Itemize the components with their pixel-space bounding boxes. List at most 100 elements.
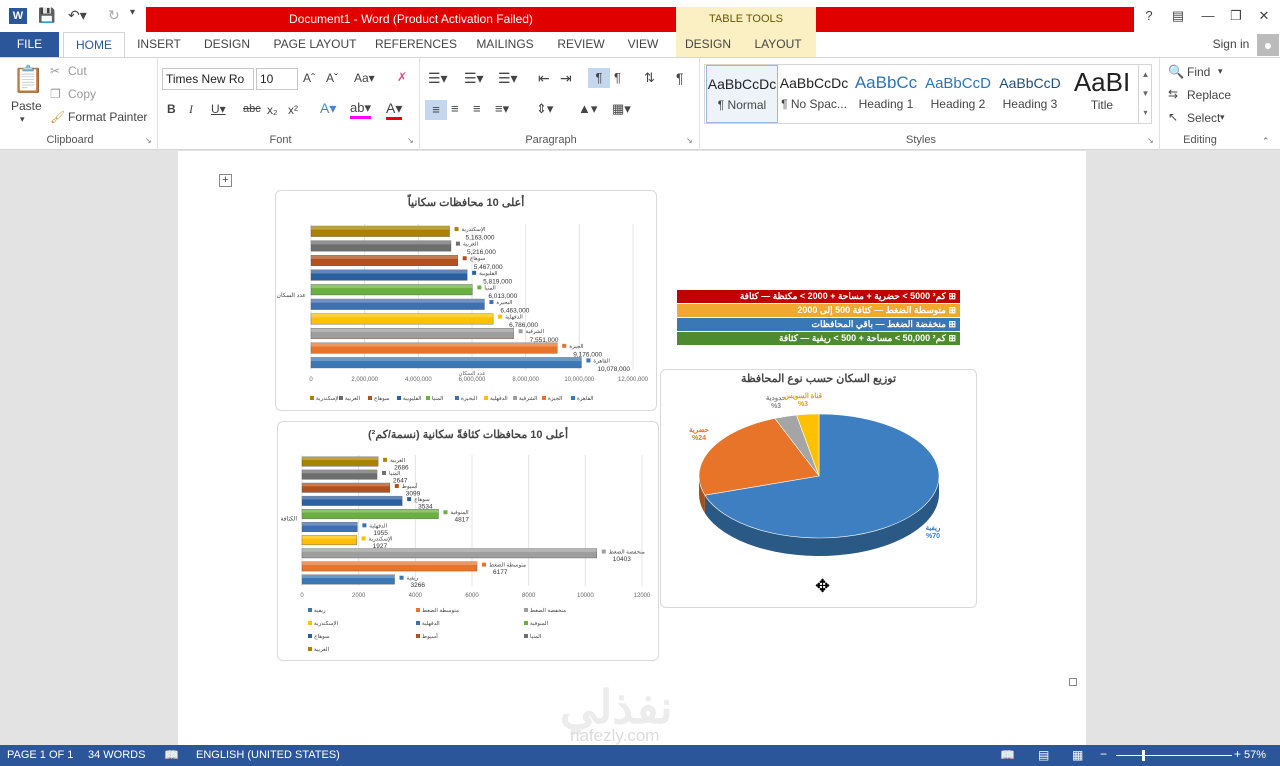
highlight-icon[interactable]: ab▾ (350, 100, 371, 119)
ribbon-display-options-icon[interactable]: ▤ (1168, 8, 1188, 24)
zoom-level[interactable]: 57% (1244, 749, 1266, 761)
clear-formatting-icon[interactable]: ✗ (397, 70, 407, 84)
cut-icon[interactable]: ✂ (50, 64, 60, 78)
tab-design[interactable]: DESIGN (196, 32, 258, 57)
align-right-icon[interactable]: ≡ (473, 101, 481, 116)
italic-icon[interactable]: I (189, 102, 193, 117)
paste-icon[interactable]: 📋 (12, 64, 44, 95)
tab-home[interactable]: HOME (63, 32, 125, 57)
style-heading-2[interactable]: AaBbCcD Heading 2 (922, 65, 994, 123)
word-count[interactable]: 34 WORDS (88, 749, 145, 761)
proofing-icon[interactable]: 📖 (164, 748, 179, 762)
tab-table-design[interactable]: DESIGN (676, 32, 740, 57)
paste-dropdown-icon[interactable]: ▾ (20, 114, 25, 125)
bold-icon[interactable]: B (167, 102, 176, 116)
style-heading-1[interactable]: AaBbCc Heading 1 (850, 65, 922, 123)
tab-view[interactable]: VIEW (618, 32, 668, 57)
ltr-direction-icon[interactable]: ¶ (588, 68, 610, 88)
tab-table-layout[interactable]: LAYOUT (740, 32, 816, 57)
select-icon[interactable]: ↖ (1168, 110, 1178, 124)
distribution-pie-chart[interactable]: توزيع السكان حسب نوع المحافظة ريفية %70 حض… (660, 369, 977, 608)
zoom-slider-thumb[interactable] (1142, 750, 1145, 761)
justify-icon[interactable]: ≡▾ (495, 101, 509, 117)
subscript-icon[interactable]: x₂ (267, 103, 278, 117)
restore-icon[interactable]: ❐ (1226, 8, 1246, 24)
align-left-icon[interactable]: ≡ (425, 100, 447, 120)
font-name-input[interactable]: Times New Ro (162, 68, 254, 90)
copy-button[interactable]: Copy (68, 87, 96, 101)
borders-icon[interactable]: ▦▾ (612, 101, 631, 117)
find-dropdown-icon[interactable]: ▾ (1218, 66, 1223, 77)
web-layout-icon[interactable]: ▦ (1072, 748, 1083, 762)
language-status[interactable]: ENGLISH (UNITED STATES) (196, 749, 340, 761)
tab-references[interactable]: REFERENCES (372, 32, 460, 57)
line-spacing-icon[interactable]: ⇕▾ (536, 101, 553, 117)
table-resize-handle-icon[interactable] (1069, 678, 1077, 686)
save-icon[interactable]: 💾 (38, 7, 55, 24)
style-heading-3[interactable]: AaBbCcD Heading 3 (994, 65, 1066, 123)
font-size-input[interactable]: 10 (256, 68, 298, 90)
tab-review[interactable]: REVIEW (552, 32, 610, 57)
collapse-ribbon-icon[interactable]: ⌃ (1262, 136, 1270, 147)
page-count[interactable]: PAGE 1 OF 1 (7, 749, 73, 761)
bullets-icon[interactable]: ☰▾ (428, 70, 448, 87)
strikethrough-icon[interactable]: abc (243, 103, 261, 115)
tab-insert[interactable]: INSERT (130, 32, 188, 57)
select-button[interactable]: Select (1187, 111, 1220, 125)
style-title[interactable]: AaBI Title (1066, 65, 1138, 123)
grow-font-icon[interactable]: Aˆ (303, 71, 315, 85)
zoom-in-icon[interactable]: + (1234, 747, 1241, 761)
font-launcher-icon[interactable]: ↘ (407, 136, 414, 145)
replace-button[interactable]: Replace (1187, 88, 1231, 102)
tab-page-layout[interactable]: PAGE LAYOUT (268, 32, 362, 57)
shading-icon[interactable]: ▲▾ (578, 101, 597, 117)
format-painter-button[interactable]: Format Painter (68, 110, 147, 124)
find-icon[interactable]: 🔍 (1168, 64, 1184, 80)
zoom-slider-track[interactable] (1116, 755, 1232, 756)
format-painter-icon[interactable]: 🖌 (50, 110, 65, 124)
close-icon[interactable]: ✕ (1254, 8, 1274, 24)
zoom-out-icon[interactable]: − (1100, 747, 1107, 761)
redo-icon[interactable]: ↻ (108, 7, 120, 24)
customize-qat-icon[interactable]: ▾ (130, 7, 135, 18)
print-layout-icon[interactable]: ▤ (1038, 748, 1049, 762)
paste-button[interactable]: Paste (11, 99, 42, 113)
tab-file[interactable]: FILE (0, 32, 59, 57)
text-effects-icon[interactable]: A▾ (320, 100, 336, 117)
paragraph-launcher-icon[interactable]: ↘ (686, 136, 693, 145)
tab-mailings[interactable]: MAILINGS (468, 32, 542, 57)
style-normal[interactable]: AaBbCcDc ¶ Normal (706, 65, 778, 123)
avatar-icon[interactable]: ● (1257, 34, 1279, 56)
table-move-handle-icon[interactable]: + (219, 174, 232, 187)
numbering-icon[interactable]: ☰▾ (464, 70, 484, 87)
change-case-icon[interactable]: Aa▾ (354, 71, 375, 85)
clipboard-launcher-icon[interactable]: ↘ (145, 136, 152, 145)
minimize-icon[interactable]: — (1198, 8, 1218, 23)
population-chart[interactable]: أعلى 10 محافظات سكانياً 0 2,000,000 4,000,… (275, 190, 657, 411)
decrease-indent-icon[interactable]: ⇤ (538, 70, 550, 87)
styles-scroll[interactable]: ▲ ▼ ▾ (1138, 65, 1152, 123)
increase-indent-icon[interactable]: ⇥ (560, 70, 572, 87)
chart2-data-label: 3534 (418, 504, 433, 511)
sort-icon[interactable]: ⇅ (644, 70, 655, 86)
help-button[interactable]: ? (1139, 8, 1159, 23)
shrink-font-icon[interactable]: Aˇ (326, 71, 338, 85)
select-dropdown-icon[interactable]: ▾ (1220, 112, 1225, 123)
align-center-icon[interactable]: ≡ (451, 101, 459, 116)
underline-icon[interactable]: U▾ (211, 102, 226, 116)
density-chart[interactable]: أعلى 10 محافظات كثافةً سكانية (نسمة/كم²)… (277, 421, 659, 661)
font-color-icon[interactable]: A▾ (386, 100, 403, 120)
rtl-direction-icon[interactable]: ¶ (614, 70, 621, 85)
style-no-spacing[interactable]: AaBbCcDc ¶ No Spac... (778, 65, 850, 123)
show-hide-icon[interactable]: ¶ (676, 70, 684, 86)
find-button[interactable]: Find (1187, 65, 1210, 79)
sign-in-link[interactable]: Sign in (1206, 32, 1256, 57)
styles-launcher-icon[interactable]: ↘ (1147, 136, 1154, 145)
multilevel-list-icon[interactable]: ☰▾ (498, 70, 518, 87)
superscript-icon[interactable]: x² (288, 103, 298, 117)
copy-icon[interactable]: ❐ (50, 87, 61, 101)
replace-icon[interactable]: ⇆ (1168, 87, 1178, 101)
undo-icon[interactable]: ↶▾ (68, 7, 87, 24)
read-mode-icon[interactable]: 📖 (1000, 748, 1015, 762)
cut-button[interactable]: Cut (68, 64, 87, 78)
